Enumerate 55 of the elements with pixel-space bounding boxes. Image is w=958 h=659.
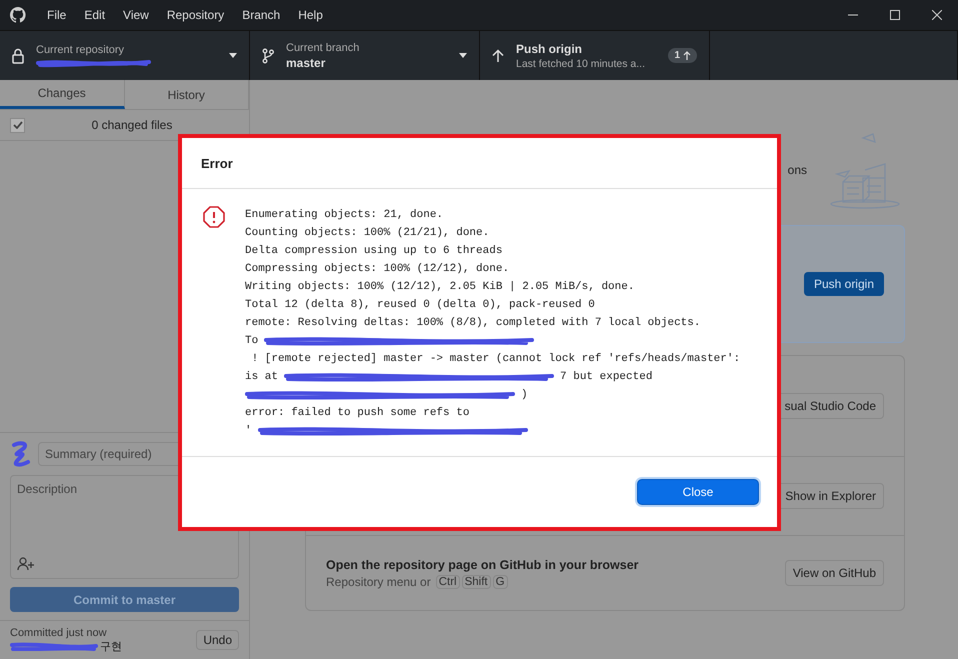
add-coauthor-icon[interactable] [17, 557, 35, 571]
log-text: Enumerating objects: 21, done. [245, 209, 444, 221]
arrow-up-icon [492, 48, 504, 62]
select-all-checkbox[interactable] [10, 118, 25, 132]
undo-button[interactable]: Undo [196, 630, 239, 650]
log-text: To [245, 335, 258, 347]
last-fetched-text: Last fetched 10 minutes a... [516, 58, 646, 70]
action-hint: Repository menu or [326, 574, 431, 588]
caret-icon [459, 53, 467, 58]
log-text: Writing objects: 100% (12/12), 2.05 KiB | 2.05 MiB/s, done. [245, 281, 634, 293]
menu-item[interactable]: Help [289, 8, 332, 22]
arrow-up-icon [683, 51, 691, 60]
key-cap: Shift [462, 574, 491, 588]
log-text: remote: Resolving deltas: 100% (8/8), completed with 7 local objects. [245, 317, 700, 329]
menu-item[interactable]: View [114, 8, 158, 22]
error-icon [203, 206, 225, 228]
menu-item[interactable]: File [38, 8, 76, 22]
repository-label: Current repository [36, 44, 126, 56]
push-origin-button[interactable]: Push origin [804, 272, 884, 296]
log-text: ' [245, 425, 252, 437]
close-icon[interactable] [932, 10, 942, 20]
log-text: Total 12 (delta 8), reused 0 (delta 0), pack-reused 0 [245, 299, 595, 311]
checkmark-icon [12, 121, 22, 129]
log-text: ) [521, 389, 528, 401]
push-title: Push origin [516, 42, 583, 56]
caret-icon [229, 53, 237, 58]
log-text: ! [remote rejected] master -> master (cannot lock ref 'refs/heads/master': [250, 353, 740, 365]
menu-item[interactable]: Edit [75, 8, 114, 22]
sidebar-tab[interactable]: Changes [0, 80, 124, 109]
log-text: Compressing objects: 100% (12/12), done. [245, 263, 510, 275]
log-text: Delta compression using up to 6 threads [245, 245, 502, 257]
key-cap: G [492, 574, 508, 588]
branch-label: Current branch [286, 42, 360, 54]
maximize-icon[interactable] [890, 10, 900, 20]
log-text: 7 but expected [560, 371, 652, 383]
intro-text: ons [788, 163, 807, 177]
close-button[interactable]: Close [637, 479, 759, 505]
action-title: Open the repository page on GitHub in your browser [326, 558, 639, 572]
log-text: Counting objects: 100% (21/21), done. [245, 227, 490, 239]
commit-message: 구현 [100, 640, 122, 654]
last-commit-label: Committed just now [10, 626, 108, 638]
github-logo-icon [10, 7, 26, 23]
menu-item[interactable]: Repository [158, 8, 234, 22]
branch-icon [262, 48, 274, 64]
ahead-count-badge: 1 [668, 48, 697, 63]
menu-item[interactable]: Branch [233, 8, 290, 22]
log-text: error: failed to push some refs to [245, 407, 470, 419]
log-text: is at [245, 371, 278, 383]
key-cap: Ctrl [436, 574, 460, 588]
branch-name: master [286, 56, 326, 70]
action-button[interactable]: View on GitHub [784, 560, 884, 586]
avatar-scribble [10, 441, 32, 467]
changed-files-count: 0 changed files [90, 118, 174, 132]
dialog-title: Error [201, 156, 233, 170]
lock-icon [12, 48, 24, 64]
